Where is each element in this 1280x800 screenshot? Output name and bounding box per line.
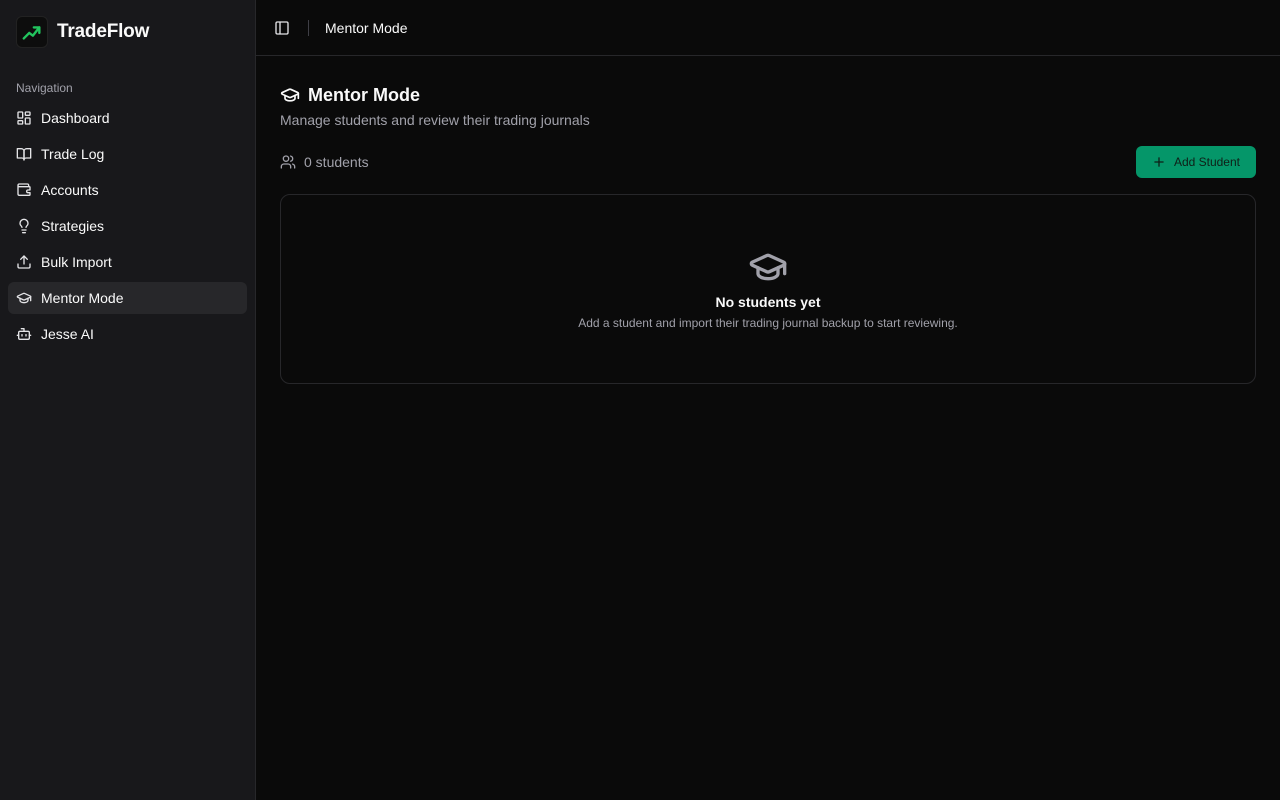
topbar-divider [308,19,309,36]
student-count-text: 0 students [304,154,369,170]
page-header: Mentor Mode [280,81,1256,109]
sidebar-item-label: Mentor Mode [41,290,124,306]
sidebar-item-bulk-import[interactable]: Bulk Import [8,246,247,278]
main-area: Mentor Mode Mentor Mode Manage students … [256,0,1280,800]
dashboard-grid-icon [16,110,32,126]
sidebar-toggle-icon[interactable] [272,18,292,38]
sidebar: TradeFlow Navigation Dashboard Trade Log [0,0,256,800]
wallet-icon [16,182,32,198]
sidebar-item-label: Trade Log [41,146,105,162]
sidebar-item-accounts[interactable]: Accounts [8,174,247,206]
page-content: Mentor Mode Manage students and review t… [256,56,1280,408]
page-subtitle: Manage students and review their trading… [280,112,590,128]
sidebar-nav: Dashboard Trade Log Accounts Strategies [0,102,255,350]
student-count: 0 students [280,154,369,170]
nav-heading: Navigation [16,81,73,95]
sidebar-item-label: Dashboard [41,110,110,126]
sidebar-item-strategies[interactable]: Strategies [8,210,247,242]
graduation-cap-icon [16,290,32,306]
brand-name: TradeFlow [57,21,150,42]
sidebar-item-label: Accounts [41,182,99,198]
bot-icon [16,326,32,342]
page-title: Mentor Mode [308,84,420,105]
upload-icon [16,254,32,270]
sidebar-item-mentor-mode[interactable]: Mentor Mode [8,282,247,314]
trending-up-icon [16,16,48,48]
students-toolbar: 0 students Add Student [280,146,1256,178]
book-open-icon [16,146,32,162]
brand[interactable]: TradeFlow [0,0,255,64]
users-icon [280,154,296,170]
add-student-button[interactable]: Add Student [1135,146,1256,178]
lightbulb-icon [16,218,32,234]
breadcrumb: Mentor Mode [325,19,408,36]
sidebar-item-label: Jesse AI [41,326,94,342]
empty-state-title: No students yet [715,294,821,310]
sidebar-item-label: Bulk Import [41,254,112,270]
empty-state-card: No students yet Add a student and import… [280,194,1256,384]
graduation-cap-icon [280,85,300,105]
graduation-cap-icon [748,247,788,287]
add-student-label: Add Student [1173,155,1240,169]
sidebar-item-jesse-ai[interactable]: Jesse AI [8,318,247,350]
topbar: Mentor Mode [256,0,1280,56]
sidebar-item-dashboard[interactable]: Dashboard [8,102,247,134]
sidebar-item-trade-log[interactable]: Trade Log [8,138,247,170]
sidebar-item-label: Strategies [41,218,105,234]
empty-state-description: Add a student and import their trading j… [578,316,958,330]
plus-icon [1152,155,1166,169]
